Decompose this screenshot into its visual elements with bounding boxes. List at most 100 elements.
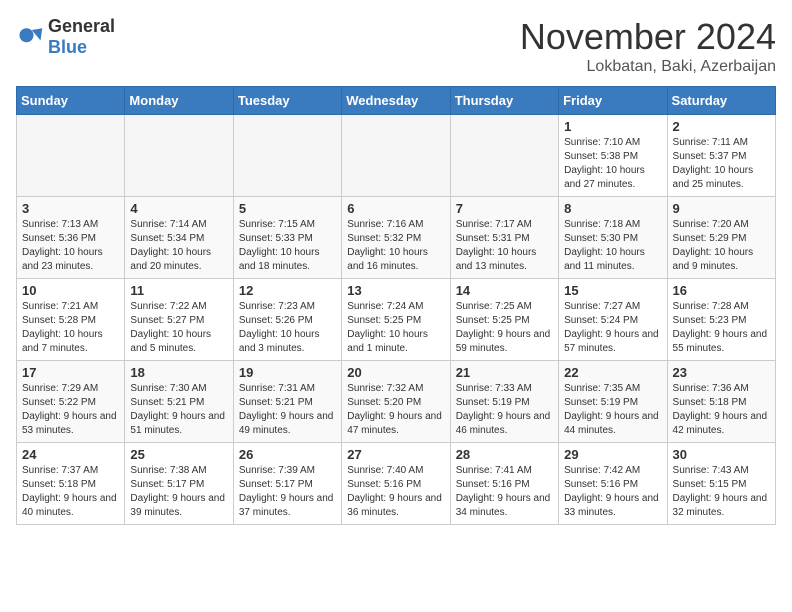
day-info: Sunrise: 7:32 AM Sunset: 5:20 PM Dayligh… <box>347 382 444 438</box>
calendar-cell: 6Sunrise: 7:16 AM Sunset: 5:32 PM Daylig… <box>342 197 450 279</box>
day-info: Sunrise: 7:15 AM Sunset: 5:33 PM Dayligh… <box>239 218 336 274</box>
calendar-cell: 8 Sunrise: 7:18 AM Sunset: 5:30 PM Daylig… <box>559 197 667 279</box>
day-info: Sunrise: 7:41 AM Sunset: 5:16 PM Dayligh… <box>456 464 553 520</box>
calendar-cell: 5Sunrise: 7:15 AM Sunset: 5:33 PM Daylig… <box>233 197 341 279</box>
day-info: Sunrise: 7:25 AM Sunset: 5:25 PM Dayligh… <box>456 300 553 356</box>
day-info: Sunrise: 7:28 AM Sunset: 5:23 PM Dayligh… <box>673 300 770 356</box>
logo: General Blue <box>16 16 115 58</box>
calendar-cell: 13 Sunrise: 7:24 AM Sunset: 5:25 PM Dayli… <box>342 279 450 361</box>
title-area: November 2024 Lokbatan, Baki, Azerbaijan <box>520 16 776 76</box>
day-number: 28 <box>456 447 553 462</box>
day-number: 12 <box>239 283 336 298</box>
weekday-header-cell: Friday <box>559 87 667 115</box>
day-info: Sunrise: 7:10 AM Sunset: 5:38 PM Dayligh… <box>564 136 661 192</box>
day-number: 2 <box>673 119 770 134</box>
weekday-header-cell: Saturday <box>667 87 775 115</box>
calendar-cell: 12 Sunrise: 7:23 AM Sunset: 5:26 PM Dayli… <box>233 279 341 361</box>
day-number: 29 <box>564 447 661 462</box>
day-number: 16 <box>673 283 770 298</box>
day-info: Sunrise: 7:13 AM Sunset: 5:36 PM Dayligh… <box>22 218 119 274</box>
calendar-cell: 21 Sunrise: 7:33 AM Sunset: 5:19 PM Dayli… <box>450 361 558 443</box>
day-info: Sunrise: 7:43 AM Sunset: 5:15 PM Dayligh… <box>673 464 770 520</box>
day-info: Sunrise: 7:23 AM Sunset: 5:26 PM Dayligh… <box>239 300 336 356</box>
calendar-week-row: 1 Sunrise: 7:10 AM Sunset: 5:38 PM Daylig… <box>17 115 776 197</box>
calendar-cell: 1 Sunrise: 7:10 AM Sunset: 5:38 PM Daylig… <box>559 115 667 197</box>
day-info: Sunrise: 7:22 AM Sunset: 5:27 PM Dayligh… <box>130 300 227 356</box>
day-number: 25 <box>130 447 227 462</box>
day-number: 23 <box>673 365 770 380</box>
calendar-cell: 23Sunrise: 7:36 AM Sunset: 5:18 PM Dayli… <box>667 361 775 443</box>
day-number: 18 <box>130 365 227 380</box>
day-info: Sunrise: 7:37 AM Sunset: 5:18 PM Dayligh… <box>22 464 119 520</box>
calendar-cell: 4Sunrise: 7:14 AM Sunset: 5:34 PM Daylig… <box>125 197 233 279</box>
calendar-cell: 28 Sunrise: 7:41 AM Sunset: 5:16 PM Dayli… <box>450 443 558 525</box>
logo-icon <box>16 23 44 51</box>
calendar-cell: 30Sunrise: 7:43 AM Sunset: 5:15 PM Dayli… <box>667 443 775 525</box>
calendar-cell <box>342 115 450 197</box>
day-info: Sunrise: 7:30 AM Sunset: 5:21 PM Dayligh… <box>130 382 227 438</box>
calendar-cell: 26 Sunrise: 7:39 AM Sunset: 5:17 PM Dayli… <box>233 443 341 525</box>
calendar-week-row: 3 Sunrise: 7:13 AM Sunset: 5:36 PM Daylig… <box>17 197 776 279</box>
calendar-cell: 11 Sunrise: 7:22 AM Sunset: 5:27 PM Dayli… <box>125 279 233 361</box>
weekday-header-cell: Monday <box>125 87 233 115</box>
day-number: 9 <box>673 201 770 216</box>
day-number: 24 <box>22 447 119 462</box>
day-number: 13 <box>347 283 444 298</box>
calendar-cell: 14 Sunrise: 7:25 AM Sunset: 5:25 PM Dayli… <box>450 279 558 361</box>
calendar-cell: 15 Sunrise: 7:27 AM Sunset: 5:24 PM Dayli… <box>559 279 667 361</box>
day-number: 26 <box>239 447 336 462</box>
calendar-week-row: 17 Sunrise: 7:29 AM Sunset: 5:22 PM Dayli… <box>17 361 776 443</box>
weekday-header-cell: Sunday <box>17 87 125 115</box>
day-number: 21 <box>456 365 553 380</box>
day-number: 4 <box>130 201 227 216</box>
day-number: 8 <box>564 201 661 216</box>
calendar-cell: 24 Sunrise: 7:37 AM Sunset: 5:18 PM Dayli… <box>17 443 125 525</box>
calendar-cell: 17 Sunrise: 7:29 AM Sunset: 5:22 PM Dayli… <box>17 361 125 443</box>
day-number: 27 <box>347 447 444 462</box>
calendar-cell <box>125 115 233 197</box>
day-info: Sunrise: 7:27 AM Sunset: 5:24 PM Dayligh… <box>564 300 661 356</box>
weekday-header-cell: Wednesday <box>342 87 450 115</box>
month-title: November 2024 <box>520 16 776 58</box>
calendar-cell: 25 Sunrise: 7:38 AM Sunset: 5:17 PM Dayli… <box>125 443 233 525</box>
day-number: 6 <box>347 201 444 216</box>
day-info: Sunrise: 7:17 AM Sunset: 5:31 PM Dayligh… <box>456 218 553 274</box>
day-number: 17 <box>22 365 119 380</box>
calendar-cell: 16 Sunrise: 7:28 AM Sunset: 5:23 PM Dayli… <box>667 279 775 361</box>
calendar-cell: 2 Sunrise: 7:11 AM Sunset: 5:37 PM Daylig… <box>667 115 775 197</box>
calendar-cell: 29Sunrise: 7:42 AM Sunset: 5:16 PM Dayli… <box>559 443 667 525</box>
calendar-body: 1 Sunrise: 7:10 AM Sunset: 5:38 PM Daylig… <box>17 115 776 525</box>
day-number: 7 <box>456 201 553 216</box>
day-info: Sunrise: 7:31 AM Sunset: 5:21 PM Dayligh… <box>239 382 336 438</box>
day-info: Sunrise: 7:40 AM Sunset: 5:16 PM Dayligh… <box>347 464 444 520</box>
day-number: 1 <box>564 119 661 134</box>
calendar-cell: 10Sunrise: 7:21 AM Sunset: 5:28 PM Dayli… <box>17 279 125 361</box>
logo-general-text: General <box>48 16 115 36</box>
day-info: Sunrise: 7:18 AM Sunset: 5:30 PM Dayligh… <box>564 218 661 274</box>
calendar-table: SundayMondayTuesdayWednesdayThursdayFrid… <box>16 86 776 525</box>
calendar-cell: 3 Sunrise: 7:13 AM Sunset: 5:36 PM Daylig… <box>17 197 125 279</box>
day-info: Sunrise: 7:24 AM Sunset: 5:25 PM Dayligh… <box>347 300 444 356</box>
day-number: 3 <box>22 201 119 216</box>
day-number: 19 <box>239 365 336 380</box>
calendar-cell: 19 Sunrise: 7:31 AM Sunset: 5:21 PM Dayli… <box>233 361 341 443</box>
day-info: Sunrise: 7:29 AM Sunset: 5:22 PM Dayligh… <box>22 382 119 438</box>
weekday-header-cell: Thursday <box>450 87 558 115</box>
calendar-cell <box>233 115 341 197</box>
day-info: Sunrise: 7:38 AM Sunset: 5:17 PM Dayligh… <box>130 464 227 520</box>
day-number: 20 <box>347 365 444 380</box>
calendar-cell: 9 Sunrise: 7:20 AM Sunset: 5:29 PM Daylig… <box>667 197 775 279</box>
day-info: Sunrise: 7:20 AM Sunset: 5:29 PM Dayligh… <box>673 218 770 274</box>
day-number: 15 <box>564 283 661 298</box>
day-info: Sunrise: 7:33 AM Sunset: 5:19 PM Dayligh… <box>456 382 553 438</box>
calendar-week-row: 10Sunrise: 7:21 AM Sunset: 5:28 PM Dayli… <box>17 279 776 361</box>
calendar-cell: 20 Sunrise: 7:32 AM Sunset: 5:20 PM Dayli… <box>342 361 450 443</box>
day-number: 11 <box>130 283 227 298</box>
day-info: Sunrise: 7:39 AM Sunset: 5:17 PM Dayligh… <box>239 464 336 520</box>
calendar-cell <box>17 115 125 197</box>
day-info: Sunrise: 7:35 AM Sunset: 5:19 PM Dayligh… <box>564 382 661 438</box>
day-info: Sunrise: 7:11 AM Sunset: 5:37 PM Dayligh… <box>673 136 770 192</box>
day-number: 14 <box>456 283 553 298</box>
day-info: Sunrise: 7:21 AM Sunset: 5:28 PM Dayligh… <box>22 300 119 356</box>
day-number: 22 <box>564 365 661 380</box>
